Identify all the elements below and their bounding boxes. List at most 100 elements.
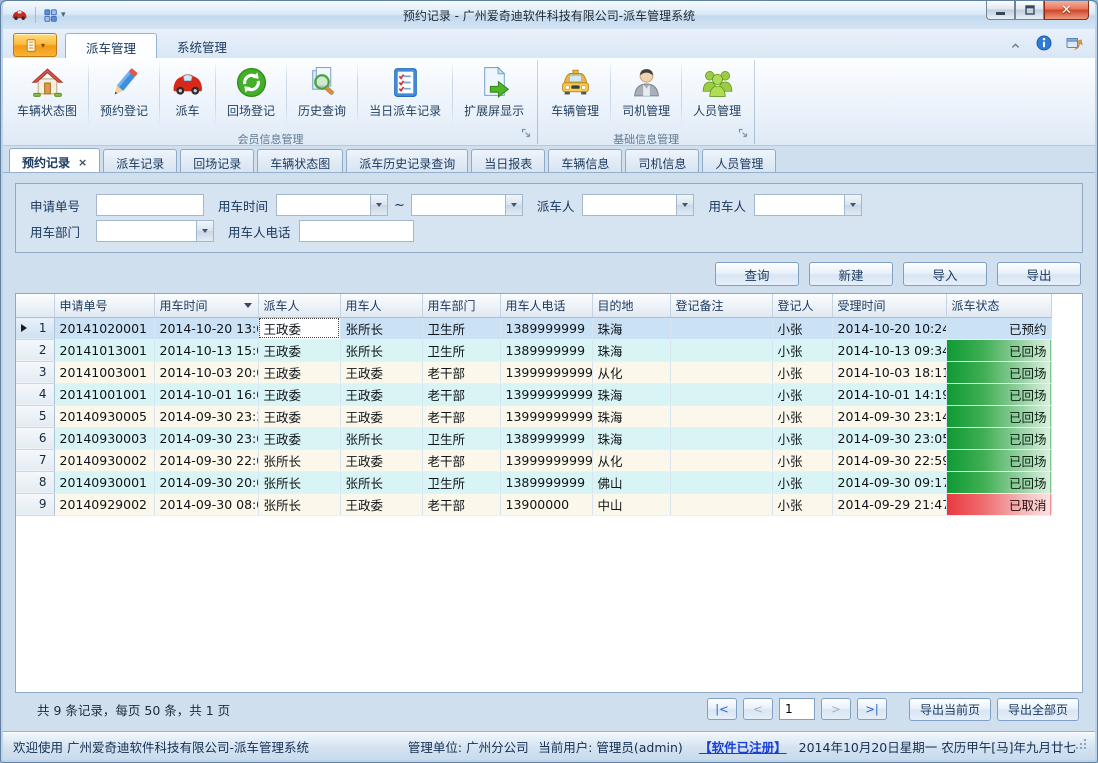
cell-accept-time[interactable]: 2014-10-03 18:11 [832, 361, 946, 383]
column-header-destination[interactable]: 目的地 [592, 294, 670, 317]
cell-use-time[interactable]: 2014-09-30 23:30 [154, 405, 258, 427]
cell-department[interactable]: 卫生所 [422, 427, 500, 449]
cell-remark[interactable] [670, 427, 772, 449]
cell-registrar[interactable]: 小张 [772, 427, 832, 449]
request-no-input[interactable] [96, 194, 204, 216]
user-combobox[interactable] [754, 194, 862, 216]
cell-dispatcher[interactable]: 王政委 [258, 317, 340, 339]
dialog-launcher-icon[interactable] [738, 123, 748, 142]
cell-registrar[interactable]: 小张 [772, 361, 832, 383]
column-header-request-no[interactable]: 申请单号 [54, 294, 154, 317]
cell-user-phone[interactable]: 13999999999 [500, 449, 592, 471]
cell-user[interactable]: 王政委 [340, 449, 422, 471]
skin-style-icon[interactable] [1066, 35, 1083, 55]
cell-destination[interactable]: 中山 [592, 493, 670, 515]
table-row[interactable]: 1201410200012014-10-20 13:00王政委张所长卫生所138… [16, 317, 1051, 339]
cell-user-phone[interactable]: 13999999999 [500, 361, 592, 383]
column-header-accept-time[interactable]: 受理时间 [832, 294, 946, 317]
cell-request-no[interactable]: 20140930005 [54, 405, 154, 427]
license-registered-link[interactable]: 【软件已注册】 [699, 737, 787, 756]
doc-tab-driver-info[interactable]: 司机信息 [625, 149, 699, 172]
history-query-button[interactable]: 历史查询 [288, 59, 356, 128]
cell-remark[interactable] [670, 405, 772, 427]
table-row[interactable]: 5201409300052014-09-30 23:30王政委王政委老干部139… [16, 405, 1051, 427]
column-header-registrar[interactable]: 登记人 [772, 294, 832, 317]
cell-user-phone[interactable]: 1389999999 [500, 317, 592, 339]
department-combobox[interactable] [96, 220, 214, 242]
cell-department[interactable]: 老干部 [422, 449, 500, 471]
cell-accept-time[interactable]: 2014-09-30 22:59 [832, 449, 946, 471]
cell-request-no[interactable]: 20140930001 [54, 471, 154, 493]
cell-remark[interactable] [670, 317, 772, 339]
ribbon-tab-dispatch-management[interactable]: 派车管理 [65, 33, 157, 58]
cell-dispatcher[interactable]: 王政委 [258, 405, 340, 427]
table-row[interactable]: 9201409290022014-09-30 08:00张所长王政委老干部139… [16, 493, 1051, 515]
doc-tab-return-records[interactable]: 回场记录 [180, 149, 254, 172]
cell-department[interactable]: 老干部 [422, 405, 500, 427]
cell-user[interactable]: 张所长 [340, 471, 422, 493]
row-indicator-cell[interactable]: 5 [16, 405, 54, 427]
doc-tab-personnel-management[interactable]: 人员管理 [702, 149, 776, 172]
driver-management-button[interactable]: 司机管理 [612, 59, 680, 128]
cell-accept-time[interactable]: 2014-10-01 14:19 [832, 383, 946, 405]
row-indicator-cell[interactable]: 3 [16, 361, 54, 383]
cell-department[interactable]: 老干部 [422, 383, 500, 405]
cell-request-no[interactable]: 20140930003 [54, 427, 154, 449]
doc-tab-vehicle-status-map[interactable]: 车辆状态图 [257, 149, 343, 172]
row-indicator-cell[interactable]: 4 [16, 383, 54, 405]
next-page-button[interactable]: > [821, 698, 851, 720]
cell-destination[interactable]: 珠海 [592, 317, 670, 339]
info-icon[interactable] [1036, 35, 1052, 55]
combo-dropdown-button[interactable] [844, 195, 861, 215]
cell-user[interactable]: 王政委 [340, 383, 422, 405]
row-indicator-cell[interactable]: 2 [16, 339, 54, 361]
ribbon-tab-system-management[interactable]: 系统管理 [157, 33, 247, 58]
cell-dispatch-status[interactable]: 已回场 [946, 471, 1051, 493]
row-indicator-cell[interactable]: 7 [16, 449, 54, 471]
use-time-from-combobox[interactable] [276, 194, 388, 216]
cell-remark[interactable] [670, 361, 772, 383]
cell-remark[interactable] [670, 339, 772, 361]
cell-destination[interactable]: 珠海 [592, 405, 670, 427]
row-indicator-cell[interactable]: 6 [16, 427, 54, 449]
maximize-button[interactable] [1015, 1, 1044, 20]
today-dispatch-records-button[interactable]: 当日派车记录 [359, 59, 451, 128]
cell-dispatch-status[interactable]: 已回场 [946, 427, 1051, 449]
combo-dropdown-button[interactable] [196, 221, 213, 241]
vehicle-status-map-button[interactable]: 车辆状态图 [7, 59, 87, 128]
cell-remark[interactable] [670, 383, 772, 405]
doc-tab-dispatch-records[interactable]: 派车记录 [103, 149, 177, 172]
cell-dispatcher[interactable]: 王政委 [258, 339, 340, 361]
sort-filter-arrow-icon[interactable] [244, 303, 252, 308]
cell-user[interactable]: 王政委 [340, 405, 422, 427]
cell-accept-time[interactable]: 2014-09-29 21:47 [832, 493, 946, 515]
cell-destination[interactable]: 从化 [592, 449, 670, 471]
close-button[interactable]: ✕ [1044, 1, 1089, 20]
cell-request-no[interactable]: 20141001001 [54, 383, 154, 405]
column-header-department[interactable]: 用车部门 [422, 294, 500, 317]
cell-dispatch-status[interactable]: 已回场 [946, 449, 1051, 471]
cell-destination[interactable]: 从化 [592, 361, 670, 383]
column-header-user[interactable]: 用车人 [340, 294, 422, 317]
table-row[interactable]: 6201409300032014-09-30 23:00王政委张所长卫生所138… [16, 427, 1051, 449]
cell-use-time[interactable]: 2014-10-20 13:00 [154, 317, 258, 339]
reservation-register-button[interactable]: 预约登记 [90, 59, 158, 128]
cell-department[interactable]: 老干部 [422, 361, 500, 383]
row-indicator-cell[interactable]: 9 [16, 493, 54, 515]
cell-request-no[interactable]: 20141020001 [54, 317, 154, 339]
row-indicator-cell[interactable]: 1 [16, 317, 54, 339]
cell-accept-time[interactable]: 2014-09-30 23:14 [832, 405, 946, 427]
cell-accept-time[interactable]: 2014-10-20 10:24 [832, 317, 946, 339]
cell-dispatch-status[interactable]: 已预约 [946, 317, 1051, 339]
cell-accept-time[interactable]: 2014-10-13 09:34 [832, 339, 946, 361]
application-menu-button[interactable]: ▾ [13, 33, 57, 57]
last-page-button[interactable]: >| [857, 698, 887, 720]
combo-dropdown-button[interactable] [505, 195, 522, 215]
cell-user[interactable]: 张所长 [340, 427, 422, 449]
cell-dispatch-status[interactable]: 已回场 [946, 405, 1051, 427]
cell-registrar[interactable]: 小张 [772, 471, 832, 493]
table-row[interactable]: 4201410010012014-10-01 16:00王政委王政委老干部139… [16, 383, 1051, 405]
cell-remark[interactable] [670, 493, 772, 515]
cell-request-no[interactable]: 20141003001 [54, 361, 154, 383]
export-all-pages-button[interactable]: 导出全部页 [997, 698, 1079, 721]
